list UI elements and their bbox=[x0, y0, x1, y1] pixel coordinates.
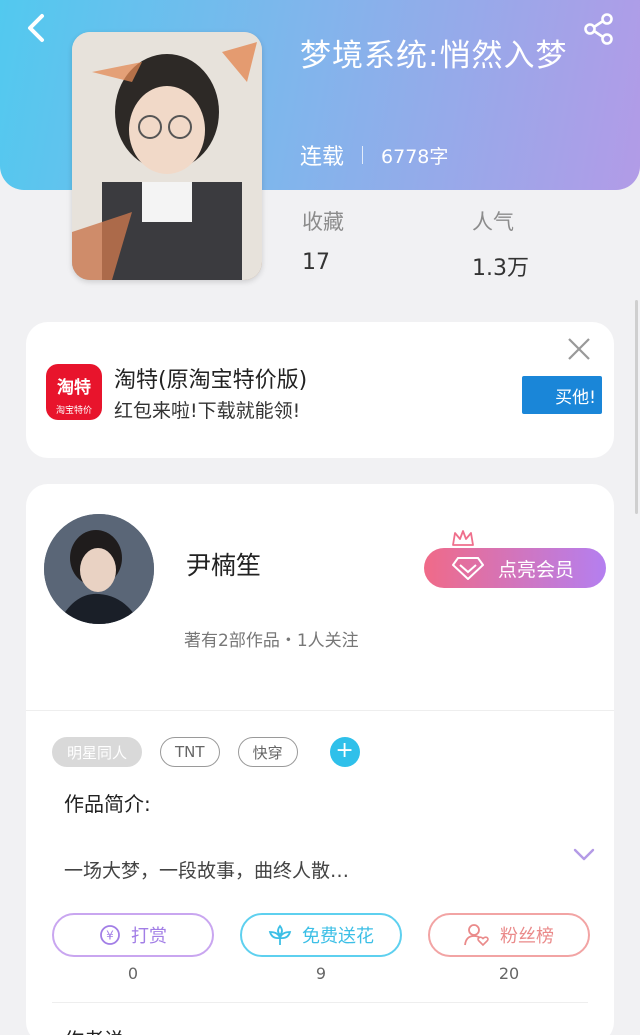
divider bbox=[52, 1002, 588, 1003]
ad-close-button[interactable] bbox=[564, 334, 594, 364]
plus-icon: + bbox=[335, 738, 354, 763]
ad-app-logo: 淘特 淘宝特价 bbox=[46, 364, 102, 420]
ad-logo-sub: 淘宝特价 bbox=[55, 406, 92, 416]
cover-image bbox=[72, 32, 262, 280]
divider bbox=[26, 710, 614, 711]
avatar-image bbox=[44, 514, 154, 624]
chevron-left-icon bbox=[28, 14, 44, 42]
tag-item[interactable]: 快穿 bbox=[237, 737, 298, 767]
reward-count: 0 bbox=[127, 964, 139, 983]
ad-cta-button[interactable]: 买他! bbox=[522, 376, 602, 414]
author-name[interactable]: 尹楠笙 bbox=[186, 546, 261, 582]
yen-coin-icon: ¥ bbox=[99, 924, 121, 946]
ad-banner[interactable]: 淘特 淘宝特价 淘特(原淘宝特价版) 红包来啦!下载就能领! 买他! bbox=[26, 322, 614, 458]
ad-logo-main: 淘特 bbox=[57, 378, 91, 398]
stat-value: 1.3万 bbox=[472, 256, 529, 281]
add-tag-button[interactable]: + bbox=[329, 737, 360, 767]
send-flower-button[interactable]: 免费送花 bbox=[240, 913, 402, 957]
serial-status: 连载 bbox=[300, 145, 345, 170]
close-icon bbox=[568, 338, 590, 360]
meta-divider bbox=[362, 146, 364, 164]
reward-button[interactable]: ¥ 打赏 bbox=[52, 913, 214, 957]
reward-label: 打赏 bbox=[131, 926, 167, 947]
flower-count: 9 bbox=[315, 964, 327, 983]
stat-label: 收藏 bbox=[302, 210, 344, 234]
fans-ranking-button[interactable]: 粉丝榜 bbox=[428, 913, 590, 957]
stat-favorites: 收藏 17 bbox=[302, 206, 344, 275]
tag-list: 明星同人 TNT 快穿 + bbox=[52, 737, 360, 767]
book-cover[interactable] bbox=[72, 32, 262, 280]
ad-title: 淘特(原淘宝特价版) bbox=[114, 368, 308, 393]
user-heart-icon bbox=[464, 923, 490, 947]
vip-activate-button[interactable]: 点亮会员 bbox=[424, 548, 606, 588]
share-icon bbox=[584, 13, 613, 45]
tag-item[interactable]: TNT bbox=[160, 737, 220, 767]
svg-text:¥: ¥ bbox=[106, 929, 114, 943]
scrollbar[interactable] bbox=[635, 300, 638, 514]
ad-tagline: 红包来啦!下载就能领! bbox=[114, 400, 301, 422]
flower-label: 免费送花 bbox=[302, 926, 374, 947]
flower-icon bbox=[268, 924, 292, 946]
stat-value: 17 bbox=[302, 250, 330, 275]
vip-label: 点亮会员 bbox=[498, 558, 575, 581]
author-notes-heading: 作者说 bbox=[64, 1024, 124, 1035]
intro-label: 作品简介: bbox=[64, 792, 151, 816]
tag-item[interactable]: 明星同人 bbox=[52, 737, 143, 767]
back-button[interactable] bbox=[22, 12, 54, 44]
fans-label: 粉丝榜 bbox=[500, 926, 554, 947]
stat-label: 人气 bbox=[472, 210, 514, 234]
author-avatar[interactable] bbox=[44, 514, 154, 624]
diamond-icon bbox=[452, 557, 484, 580]
stat-popularity: 人气 1.3万 bbox=[472, 206, 529, 282]
chevron-down-icon[interactable] bbox=[572, 846, 596, 864]
book-title: 梦境系统:悄然入梦 bbox=[300, 38, 568, 74]
share-button[interactable] bbox=[582, 12, 616, 46]
word-count: 6778字 bbox=[381, 145, 449, 168]
intro-text: 一场大梦，一段故事，曲终人散… bbox=[64, 860, 350, 882]
book-meta: 连载 6778字 bbox=[300, 140, 448, 170]
crown-icon bbox=[452, 530, 474, 546]
fans-count: 20 bbox=[498, 964, 520, 983]
author-info: 著有2部作品・1人关注 bbox=[184, 631, 359, 651]
